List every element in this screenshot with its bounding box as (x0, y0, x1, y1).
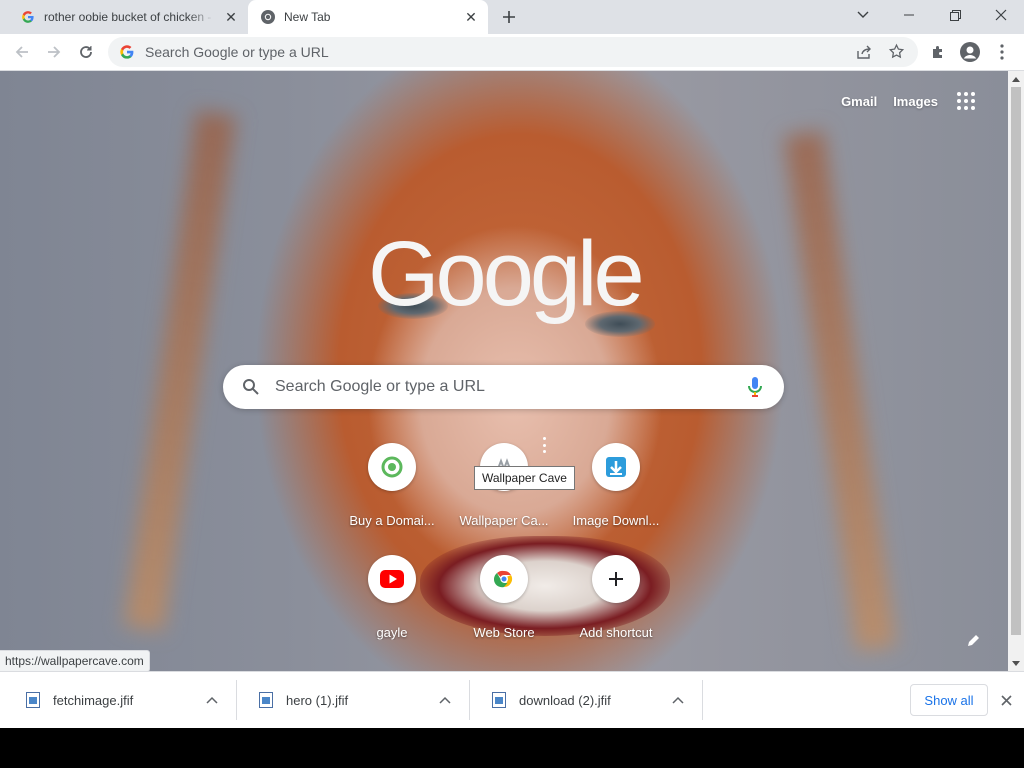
download-shelf: fetchimage.jfif hero (1).jfif download (… (0, 671, 1024, 728)
google-g-icon (119, 44, 135, 60)
close-shelf-icon[interactable] (996, 690, 1016, 710)
back-button[interactable] (8, 38, 36, 66)
google-g-icon (20, 9, 36, 25)
omnibox-placeholder: Search Google or type a URL (145, 44, 329, 60)
download-item[interactable]: fetchimage.jfif (4, 680, 237, 720)
search-icon (241, 377, 261, 397)
shortcut-label: Add shortcut (579, 625, 653, 640)
tab-search-button[interactable] (840, 0, 886, 30)
shortcut-label: Image Downl... (572, 513, 660, 528)
tab-search-results[interactable]: rother oobie bucket of chicken - ✕ (8, 0, 248, 34)
shortcut-label: Buy a Domai... (349, 513, 435, 528)
download-arrow-icon (592, 443, 640, 491)
chevron-up-icon[interactable] (204, 692, 220, 708)
status-url-bubble: https://wallpapercave.com (0, 650, 150, 672)
extensions-button[interactable] (924, 38, 952, 66)
chevron-up-icon[interactable] (437, 692, 453, 708)
close-icon (995, 9, 1007, 21)
shortcut-label: Wallpaper Ca... (459, 513, 549, 528)
microphone-icon[interactable] (746, 375, 764, 399)
apps-grid-icon[interactable] (954, 89, 978, 113)
shortcut-tile[interactable]: gayle (336, 555, 448, 667)
add-shortcut-tile[interactable]: Add shortcut (560, 555, 672, 667)
plus-icon (503, 11, 515, 23)
close-window-button[interactable] (978, 0, 1024, 30)
toolbar: Search Google or type a URL (0, 34, 1024, 71)
forward-button[interactable] (40, 38, 68, 66)
shortcut-tooltip: Wallpaper Cave (474, 466, 575, 490)
scroll-down-arrow-icon[interactable] (1008, 655, 1024, 671)
chevron-down-icon (857, 11, 869, 18)
minimize-icon (904, 14, 914, 16)
tab-strip: rother oobie bucket of chicken - ✕ New T… (0, 0, 1024, 34)
plus-icon (592, 555, 640, 603)
ntp-search-box[interactable]: Search Google or type a URL (223, 365, 784, 409)
download-filename: hero (1).jfif (286, 692, 349, 708)
download-filename: fetchimage.jfif (53, 692, 134, 708)
puzzle-icon (933, 46, 942, 58)
kebab-menu-icon (1000, 44, 1004, 60)
back-arrow-icon (15, 46, 28, 58)
reload-icon (80, 46, 92, 58)
new-tab-page: Gmail Images Google Search Google or typ… (0, 71, 1008, 671)
image-file-icon (492, 692, 506, 708)
google-logo: Google (368, 223, 645, 325)
green-ring-icon (368, 443, 416, 491)
forward-arrow-icon (48, 46, 61, 58)
omnibox[interactable]: Search Google or type a URL (108, 37, 918, 67)
restore-button[interactable] (932, 0, 978, 30)
profile-button[interactable] (956, 38, 984, 66)
show-all-button[interactable]: Show all (910, 684, 988, 716)
shortcut-tile[interactable]: Web Store (448, 555, 560, 667)
shortcut-tile[interactable]: Buy a Domai... (336, 443, 448, 555)
background-photo (784, 130, 896, 652)
shortcut-menu-icon[interactable] (541, 437, 547, 453)
new-tab-button[interactable] (498, 6, 520, 28)
chevron-up-icon[interactable] (670, 692, 686, 708)
browser-window: rother oobie bucket of chicken - ✕ New T… (0, 0, 1024, 728)
close-tab-icon[interactable]: ✕ (222, 8, 240, 26)
youtube-icon (368, 555, 416, 603)
scrollbar-thumb[interactable] (1011, 87, 1021, 635)
chrome-icon (260, 9, 276, 25)
gmail-link[interactable]: Gmail (841, 94, 877, 109)
restore-icon (949, 9, 961, 21)
avatar-icon (960, 42, 980, 62)
chrome-icon (480, 555, 528, 603)
customize-pencil-icon[interactable] (963, 629, 985, 651)
download-item[interactable]: hero (1).jfif (237, 680, 470, 720)
shortcut-tile[interactable]: Wallpaper Ca... (448, 443, 560, 555)
download-filename: download (2).jfif (519, 692, 611, 708)
background-photo (124, 110, 236, 632)
tab-title: New Tab (284, 10, 331, 24)
scroll-up-arrow-icon[interactable] (1008, 71, 1024, 87)
top-links: Gmail Images (841, 89, 978, 113)
tab-title: rother oobie bucket of chicken - (44, 10, 212, 24)
ntp-search-placeholder: Search Google or type a URL (275, 378, 485, 395)
shortcut-label: gayle (376, 625, 408, 640)
shortcut-tile[interactable]: Image Downl... (560, 443, 672, 555)
taskbar (0, 728, 1024, 768)
share-icon[interactable] (856, 44, 872, 65)
shortcut-label: Web Store (473, 625, 535, 640)
chrome-menu-button[interactable] (988, 38, 1016, 66)
image-file-icon (26, 692, 40, 708)
reload-button[interactable] (72, 38, 100, 66)
minimize-button[interactable] (886, 0, 932, 30)
download-item[interactable]: download (2).jfif (470, 680, 703, 720)
images-link[interactable]: Images (893, 94, 938, 109)
tab-new-tab[interactable]: New Tab ✕ (248, 0, 488, 34)
bookmark-star-icon[interactable] (888, 43, 905, 65)
image-file-icon (259, 692, 273, 708)
close-tab-icon[interactable]: ✕ (462, 8, 480, 26)
page-scrollbar[interactable] (1008, 71, 1024, 671)
